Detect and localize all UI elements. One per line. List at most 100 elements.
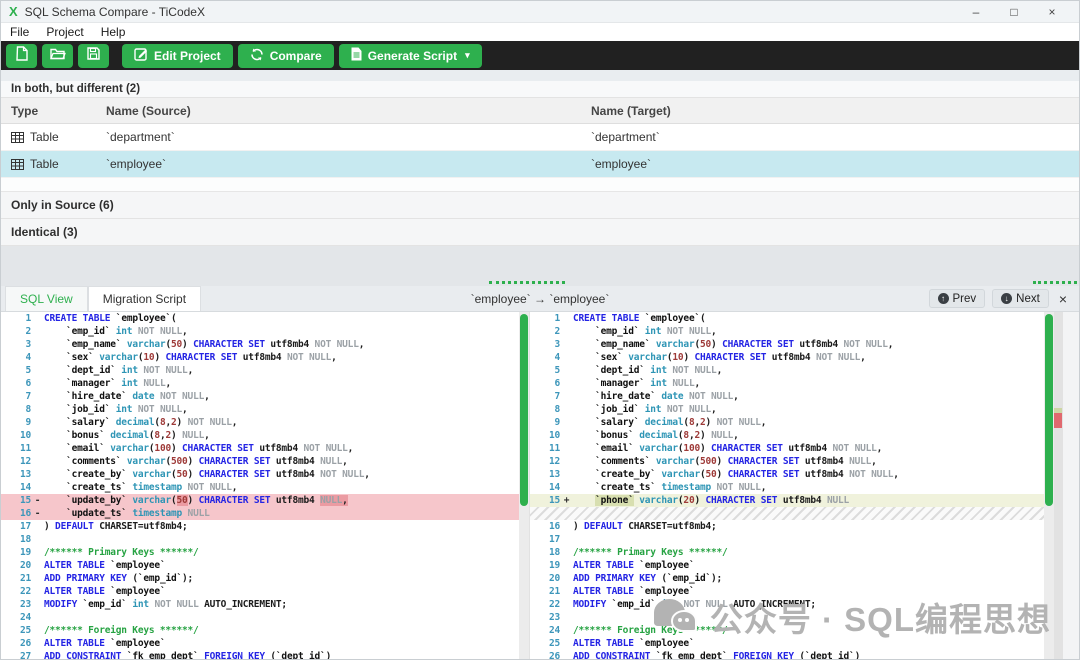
line-number: 24 — [530, 624, 560, 637]
line-number: 20 — [1, 559, 31, 572]
code-line: 16- `update_ts` timestamp NULL — [1, 507, 519, 520]
diff-marker — [31, 598, 44, 611]
source-scrollbar-thumb[interactable] — [520, 314, 528, 506]
open-project-button[interactable] — [42, 44, 73, 68]
code-line: 8 `job_id` int NOT NULL, — [1, 403, 519, 416]
diff-marker — [560, 468, 573, 481]
minimize-button[interactable]: – — [957, 5, 995, 19]
grid-column-headers: Type Name (Source) Name (Target) — [1, 98, 1079, 124]
new-project-button[interactable] — [6, 44, 37, 68]
code-line: 11 `email` varchar(100) CHARACTER SET ut… — [1, 442, 519, 455]
line-number: 27 — [1, 650, 31, 659]
diff-marker — [560, 364, 573, 377]
line-number: 1 — [530, 312, 560, 325]
code-line: 21ADD PRIMARY KEY (`emp_id`); — [1, 572, 519, 585]
diff-marker — [31, 468, 44, 481]
splitter-area — [1, 246, 1079, 286]
line-number: 17 — [1, 520, 31, 533]
diff-marker — [560, 637, 573, 650]
window-edge-strip — [1062, 312, 1079, 659]
diff-marker — [31, 585, 44, 598]
column-header-name-source: Name (Source) — [106, 104, 591, 118]
compare-button[interactable]: Compare — [238, 44, 334, 68]
diff-marker — [31, 572, 44, 585]
code-line: 3 `emp_name` varchar(50) CHARACTER SET u… — [530, 338, 1044, 351]
code-line: 12 `comments` varchar(500) CHARACTER SET… — [1, 455, 519, 468]
new-file-icon — [16, 46, 28, 66]
code-line: 7 `hire_date` date NOT NULL, — [1, 390, 519, 403]
code-line: 19ALTER TABLE `employee` — [530, 559, 1044, 572]
line-number: 7 — [1, 390, 31, 403]
edit-project-button[interactable]: Edit Project — [122, 44, 233, 68]
diff-marker — [31, 559, 44, 572]
menu-help[interactable]: Help — [101, 25, 126, 39]
overview-removed-marker — [1054, 413, 1062, 428]
line-number: 16 — [530, 520, 560, 533]
line-number: 5 — [1, 364, 31, 377]
diff-placeholder-line — [530, 507, 1044, 520]
splitter-handle-right[interactable] — [1033, 281, 1077, 284]
line-number: 25 — [530, 637, 560, 650]
diff-marker — [560, 611, 573, 624]
comparison-row[interactable]: Table`department``department` — [1, 124, 1079, 151]
code-line: 22ALTER TABLE `employee` — [1, 585, 519, 598]
save-icon — [87, 47, 100, 65]
chevron-down-icon: ▾ — [465, 50, 470, 61]
code-line: 21ALTER TABLE `employee` — [530, 585, 1044, 598]
code-line: 9 `salary` decimal(8,2) NOT NULL, — [1, 416, 519, 429]
code-line: 13 `create_by` varchar(50) CHARACTER SET… — [530, 468, 1044, 481]
line-number: 9 — [530, 416, 560, 429]
line-number: 6 — [530, 377, 560, 390]
section-in-both-different[interactable]: In both, but different (2) — [1, 81, 1079, 98]
tab-sql-view[interactable]: SQL View — [5, 286, 88, 311]
line-number: 12 — [1, 455, 31, 468]
diff-marker — [560, 377, 573, 390]
splitter-handle[interactable] — [489, 281, 565, 284]
diff-overview-ruler — [1054, 312, 1062, 659]
app-logo-icon: X — [9, 4, 18, 19]
maximize-button[interactable]: □ — [995, 5, 1033, 19]
line-number: 21 — [530, 585, 560, 598]
line-number: 25 — [1, 624, 31, 637]
line-number: 18 — [1, 533, 31, 546]
comparison-row[interactable]: Table`employee``employee` — [1, 151, 1079, 178]
line-number: 23 — [530, 611, 560, 624]
editor-header: SQL View Migration Script `employee` → `… — [1, 286, 1079, 312]
diff-marker — [560, 312, 573, 325]
prev-diff-button[interactable]: ↑ Prev — [929, 289, 986, 308]
row-target-name: `employee` — [591, 157, 1079, 171]
code-line: 14 `create_ts` timestamp NOT NULL, — [1, 481, 519, 494]
close-button[interactable]: × — [1033, 5, 1071, 19]
menu-project[interactable]: Project — [46, 25, 83, 39]
line-number: 11 — [530, 442, 560, 455]
target-code-pane[interactable]: 1CREATE TABLE `employee`(2 `emp_id` int … — [529, 312, 1044, 659]
line-number: 14 — [530, 481, 560, 494]
tab-migration-script[interactable]: Migration Script — [88, 286, 201, 311]
diff-marker — [31, 403, 44, 416]
column-header-type: Type — [1, 104, 106, 118]
line-number: 11 — [1, 442, 31, 455]
source-code-pane[interactable]: 1CREATE TABLE `employee`(2 `emp_id` int … — [1, 312, 519, 659]
line-number: 15 — [1, 494, 31, 507]
code-line: 23 — [530, 611, 1044, 624]
diff-marker — [560, 559, 573, 572]
diff-marker — [31, 442, 44, 455]
next-diff-button[interactable]: ↓ Next — [992, 289, 1049, 308]
code-line: 18 — [1, 533, 519, 546]
diff-marker — [31, 312, 44, 325]
close-diff-button[interactable]: × — [1056, 291, 1070, 307]
arrow-down-circle-icon: ↓ — [1001, 293, 1012, 304]
section-only-in-source[interactable]: Only in Source (6) — [1, 192, 1079, 219]
target-scrollbar-thumb[interactable] — [1045, 314, 1053, 506]
row-source-name: `department` — [106, 130, 591, 144]
titlebar: X SQL Schema Compare - TiCodeX – □ × — [1, 1, 1079, 23]
save-project-button[interactable] — [78, 44, 109, 68]
diff-marker — [560, 520, 573, 533]
code-line: 10 `bonus` decimal(8,2) NULL, — [530, 429, 1044, 442]
row-type: Table — [1, 130, 106, 144]
section-identical[interactable]: Identical (3) — [1, 219, 1079, 246]
generate-script-button[interactable]: Generate Script ▾ — [339, 44, 482, 68]
menu-file[interactable]: File — [10, 25, 29, 39]
line-number: 15 — [530, 494, 560, 507]
diff-marker — [560, 598, 573, 611]
